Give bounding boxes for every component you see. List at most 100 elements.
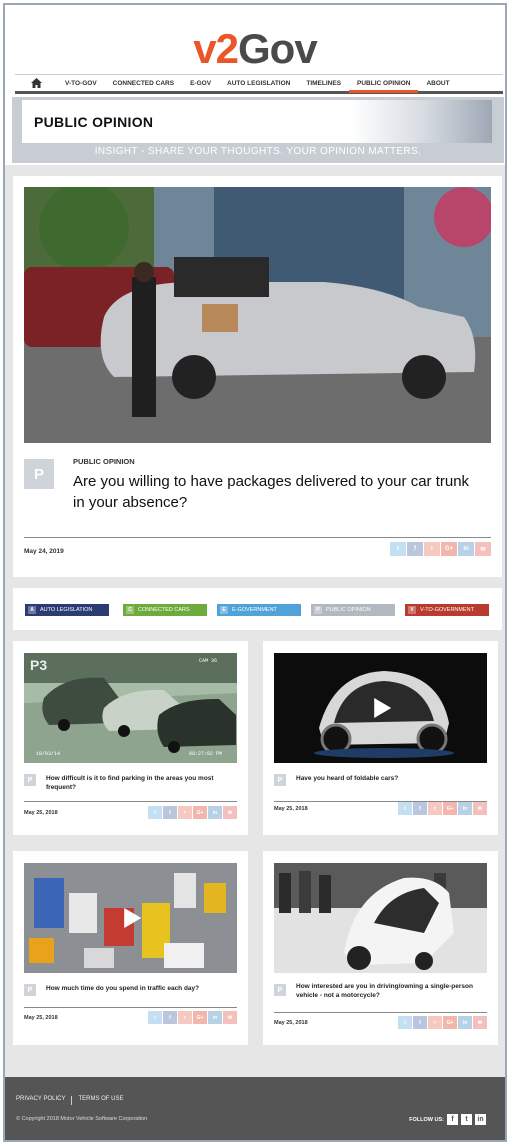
- reddit-icon[interactable]: r: [428, 802, 442, 815]
- card-category-icon: P: [24, 984, 36, 996]
- card-title[interactable]: Have you heard of foldable cars?: [296, 774, 491, 783]
- email-icon[interactable]: ✉: [475, 542, 491, 556]
- card-date: May 25, 2018: [274, 806, 308, 812]
- cctv-camera-label: CAM 36: [199, 658, 217, 664]
- email-icon[interactable]: ✉: [473, 1016, 487, 1029]
- privacy-policy-link[interactable]: PRIVACY POLICY: [16, 1096, 65, 1105]
- featured-category-icon: P: [24, 459, 54, 489]
- card-image-foldable-car[interactable]: [274, 653, 487, 763]
- category-letter-icon: A: [28, 606, 36, 614]
- card-image-single-person-vehicle[interactable]: [274, 863, 487, 973]
- category-label: AUTO LEGISLATION: [40, 607, 93, 613]
- category-label: CONNECTED CARS: [138, 607, 190, 613]
- linkedin-icon[interactable]: in: [475, 1114, 486, 1125]
- featured-title[interactable]: Are you willing to have packages deliver…: [73, 471, 483, 513]
- card-title[interactable]: How difficult is it to find parking in t…: [46, 774, 241, 792]
- linkedin-icon[interactable]: in: [458, 1016, 472, 1029]
- follow-us: FOLLOW US: f t in: [409, 1114, 486, 1125]
- email-icon[interactable]: ✉: [223, 1011, 237, 1024]
- facebook-icon[interactable]: f: [407, 542, 423, 556]
- category-label: PUBLIC OPINION: [326, 607, 371, 613]
- reddit-icon[interactable]: r: [428, 1016, 442, 1029]
- card-category-icon: P: [274, 984, 286, 996]
- nav-item-auto-legislation[interactable]: AUTO LEGISLATION: [219, 75, 298, 91]
- category-label: E-GOVERNMENT: [232, 607, 277, 613]
- play-icon[interactable]: [123, 908, 141, 928]
- copyright: © Copyright 2018 Motor Vehicle Software …: [16, 1116, 148, 1122]
- category-v-to-government[interactable]: V V-TO-GOVERNMENT: [405, 604, 489, 616]
- nav-item-public-opinion[interactable]: PUBLIC OPINION: [349, 77, 419, 93]
- facebook-icon[interactable]: f: [447, 1114, 458, 1125]
- category-letter-icon: V: [408, 606, 416, 614]
- main-nav: V-TO-GOV CONNECTED CARS E-GOV AUTO LEGIS…: [15, 74, 503, 94]
- nav-home[interactable]: [15, 75, 57, 91]
- featured-image[interactable]: [24, 187, 491, 443]
- category-filter-bar: A AUTO LEGISLATION C CONNECTED CARS E E-GOV…: [13, 588, 502, 630]
- category-connected-cars[interactable]: C CONNECTED CARS: [123, 604, 207, 616]
- nav-item-connected-cars[interactable]: CONNECTED CARS: [105, 75, 182, 91]
- google-plus-icon[interactable]: G+: [443, 802, 457, 815]
- page-title: PUBLIC OPINION: [34, 114, 154, 130]
- google-plus-icon[interactable]: G+: [443, 1016, 457, 1029]
- category-letter-icon: P: [314, 606, 322, 614]
- card-share-bar: t f r G+ in ✉: [398, 802, 487, 815]
- card-date: May 25, 2018: [24, 810, 58, 816]
- terms-of-use-link[interactable]: TERMS OF USE: [78, 1096, 123, 1105]
- divider: [274, 1012, 487, 1013]
- category-auto-legislation[interactable]: A AUTO LEGISLATION: [25, 604, 109, 616]
- card-date: May 25, 2018: [274, 1020, 308, 1026]
- linkedin-icon[interactable]: in: [458, 802, 472, 815]
- email-icon[interactable]: ✉: [223, 806, 237, 819]
- banner-subtitle: INSIGHT - SHARE YOUR THOUGHTS. YOUR OPIN…: [94, 146, 422, 157]
- card-share-bar: t f r G+ in ✉: [148, 1011, 237, 1024]
- nav-item-timelines[interactable]: TIMELINES: [298, 75, 349, 91]
- card-share-bar: t f r G+ in ✉: [398, 1016, 487, 1029]
- category-public-opinion[interactable]: P PUBLIC OPINION: [311, 604, 395, 616]
- card-title[interactable]: How much time do you spend in traffic ea…: [46, 984, 241, 993]
- facebook-icon[interactable]: f: [163, 806, 177, 819]
- reddit-icon[interactable]: r: [178, 806, 192, 819]
- linkedin-icon[interactable]: in: [458, 542, 474, 556]
- nav-item-v-to-gov[interactable]: V-TO-GOV: [57, 75, 105, 91]
- category-label: V-TO-GOVERNMENT: [420, 607, 474, 613]
- facebook-icon[interactable]: f: [413, 1016, 427, 1029]
- home-icon: [30, 78, 42, 88]
- page-banner: PUBLIC OPINION INSIGHT - SHARE YOUR THOU…: [12, 97, 504, 163]
- twitter-icon[interactable]: t: [461, 1114, 472, 1125]
- logo-gov: Gov: [238, 25, 318, 72]
- featured-category[interactable]: PUBLIC OPINION: [73, 457, 135, 466]
- nav-item-e-gov[interactable]: E-GOV: [182, 75, 219, 91]
- twitter-icon[interactable]: t: [398, 802, 412, 815]
- card-category-icon: P: [274, 774, 286, 786]
- facebook-icon[interactable]: f: [413, 802, 427, 815]
- facebook-icon[interactable]: f: [163, 1011, 177, 1024]
- linkedin-icon[interactable]: in: [208, 806, 222, 819]
- site-footer: PRIVACY POLICY TERMS OF USE © Copyright …: [5, 1077, 505, 1140]
- reddit-icon[interactable]: r: [424, 542, 440, 556]
- article-card: P3 CAM 36 10/03/14 08:27:02 PM P How dif…: [13, 641, 248, 835]
- follow-us-label: FOLLOW US:: [409, 1116, 444, 1123]
- linkedin-icon[interactable]: in: [208, 1011, 222, 1024]
- twitter-icon[interactable]: t: [148, 806, 162, 819]
- twitter-icon[interactable]: t: [398, 1016, 412, 1029]
- featured-article: P PUBLIC OPINION Are you willing to have…: [13, 176, 502, 577]
- category-e-government[interactable]: E E-GOVERNMENT: [217, 604, 301, 616]
- cctv-date: 10/03/14: [36, 751, 60, 757]
- footer-links: PRIVACY POLICY TERMS OF USE: [16, 1096, 123, 1105]
- card-title[interactable]: How interested are you in driving/owning…: [296, 982, 491, 1000]
- play-icon[interactable]: [373, 698, 391, 718]
- site-logo[interactable]: v2Gov: [5, 25, 505, 73]
- article-card: P How interested are you in driving/owni…: [263, 851, 498, 1045]
- twitter-icon[interactable]: t: [148, 1011, 162, 1024]
- google-plus-icon[interactable]: G+: [193, 806, 207, 819]
- article-card: P How much time do you spend in traffic …: [13, 851, 248, 1045]
- reddit-icon[interactable]: r: [178, 1011, 192, 1024]
- nav-item-about[interactable]: ABOUT: [418, 75, 457, 91]
- card-share-bar: t f r G+ in ✉: [148, 806, 237, 819]
- google-plus-icon[interactable]: G+: [441, 542, 457, 556]
- email-icon[interactable]: ✉: [473, 802, 487, 815]
- card-image-traffic[interactable]: [24, 863, 237, 973]
- google-plus-icon[interactable]: G+: [193, 1011, 207, 1024]
- twitter-icon[interactable]: t: [390, 542, 406, 556]
- card-image-parking[interactable]: P3 CAM 36 10/03/14 08:27:02 PM: [24, 653, 237, 763]
